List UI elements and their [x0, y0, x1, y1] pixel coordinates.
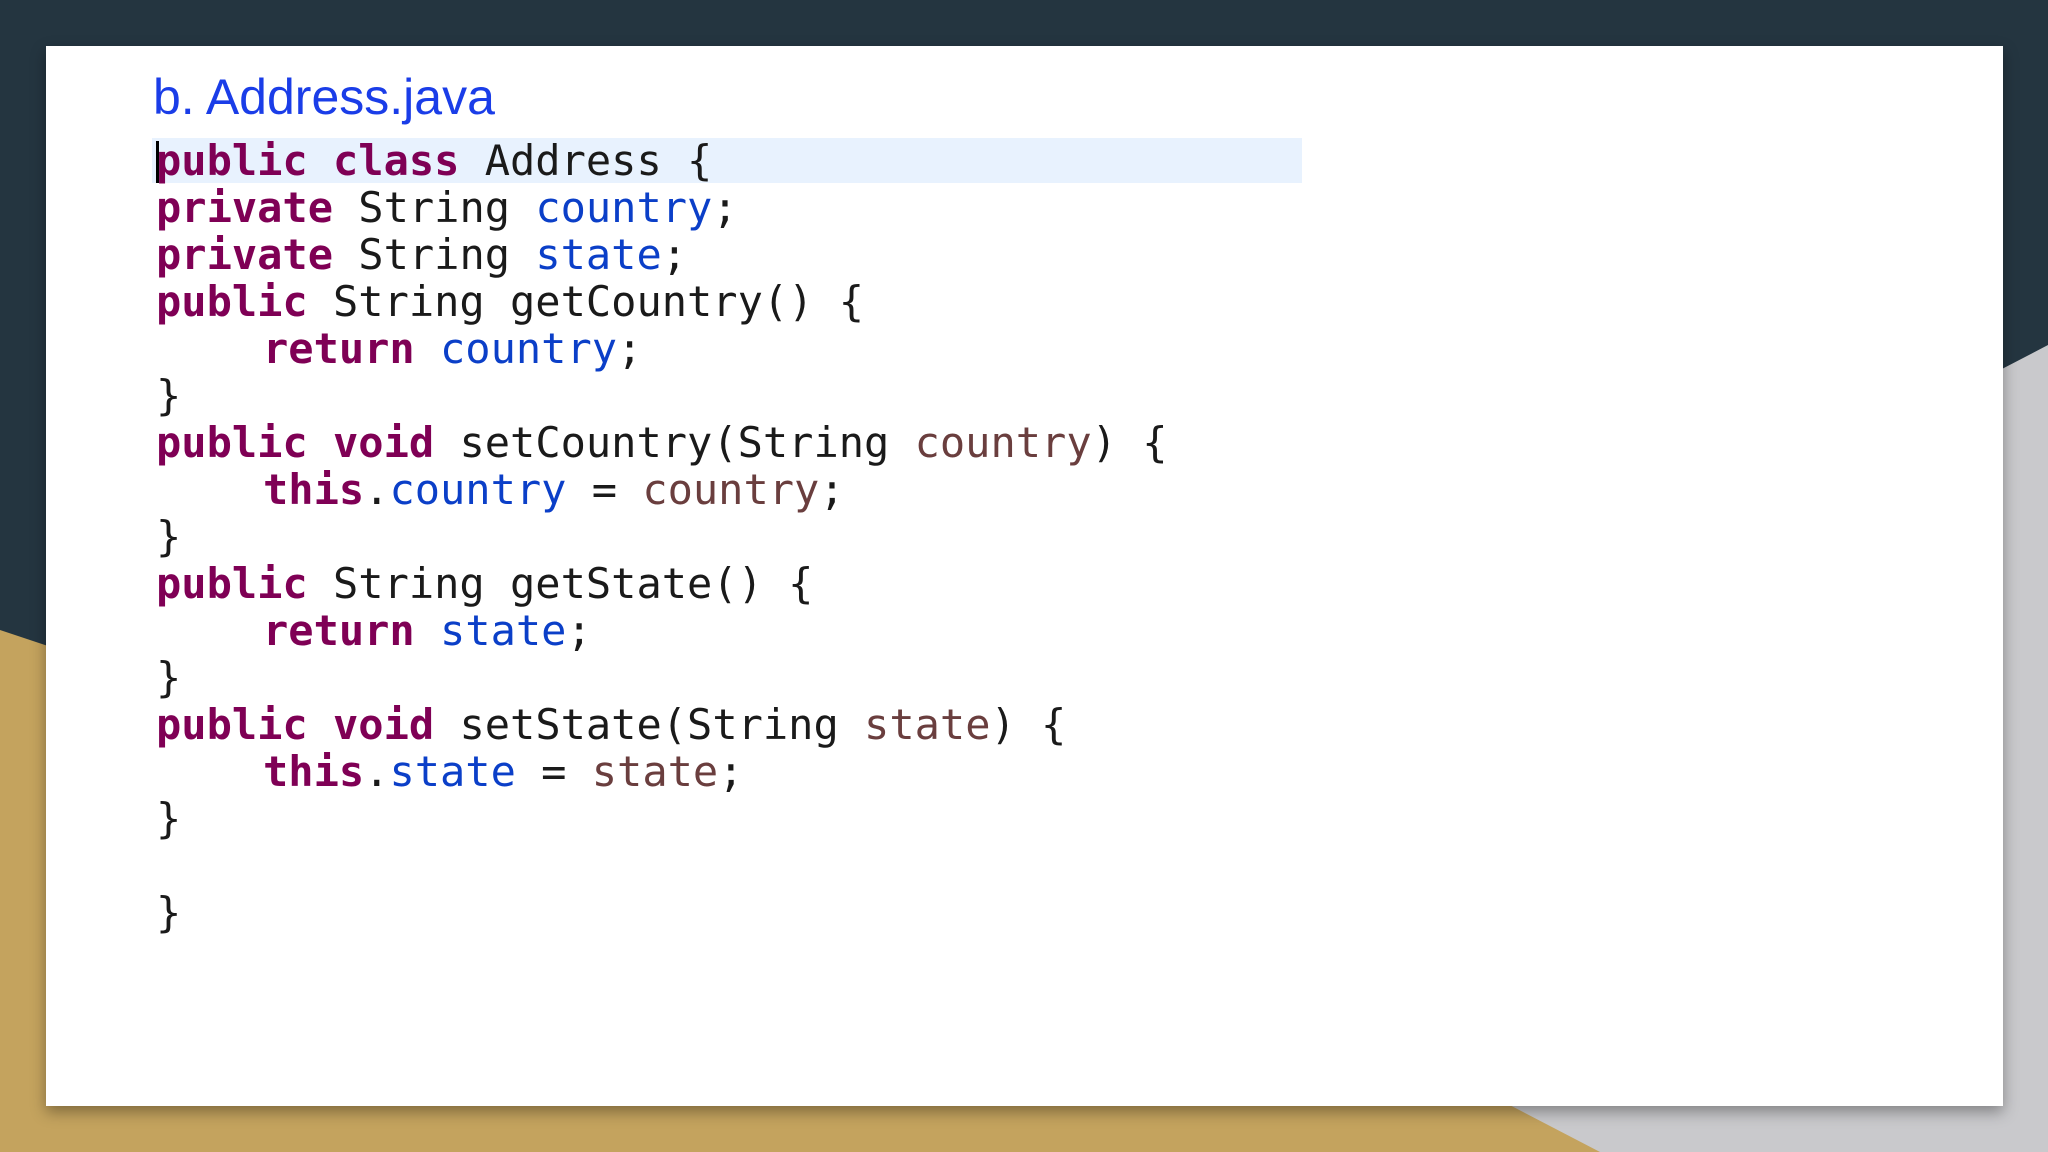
code-line: public String getCountry() {: [156, 278, 1167, 325]
code-token: }: [156, 512, 182, 561]
code-line: public void setCountry(String country) {: [156, 419, 1167, 466]
code-token: ;: [661, 230, 688, 279]
code-token: void: [333, 418, 435, 467]
code-token: =: [515, 747, 592, 796]
code-token: state: [440, 606, 567, 655]
code-token: Address {: [459, 136, 713, 185]
code-token: .: [364, 747, 390, 796]
code-token: ;: [617, 324, 643, 373]
code-line: public class Address {: [151, 136, 1303, 185]
code-line: }: [156, 513, 1167, 560]
code-token: setState(String: [434, 700, 865, 749]
code-token: String: [333, 183, 536, 232]
code-token: ;: [712, 183, 738, 232]
slide-title: b. Address.java: [153, 69, 495, 125]
code-token: class: [333, 136, 460, 185]
code-token: return: [263, 606, 415, 655]
code-token: setCountry(String: [434, 418, 915, 467]
code-line: private String state;: [156, 231, 1167, 278]
code-line: this.state = state;: [156, 748, 1167, 795]
code-token: ;: [819, 465, 845, 514]
code-token: private: [156, 230, 334, 279]
code-block: public class Address {private String cou…: [151, 136, 1303, 936]
code-token: public: [156, 559, 308, 608]
code-token: public: [156, 277, 308, 326]
code-token: }: [156, 794, 182, 843]
code-token: state: [864, 700, 991, 749]
code-token: .: [364, 465, 390, 514]
code-line: }: [156, 654, 1167, 701]
code-token: state: [591, 747, 719, 796]
code-token: country: [535, 183, 713, 232]
code-token: private: [156, 183, 334, 232]
code-line: return country;: [156, 325, 1167, 372]
code-token: }: [156, 653, 182, 702]
code-token: this: [263, 465, 365, 514]
code-token: public: [156, 136, 308, 185]
code-token: ;: [566, 606, 592, 655]
code-line: public void setState(String state) {: [156, 701, 1167, 748]
code-token: this: [263, 747, 365, 796]
code-token: ) {: [990, 700, 1067, 749]
code-token: public: [156, 700, 308, 749]
code-line: }: [156, 372, 1167, 419]
code-token: String getCountry() {: [307, 277, 865, 326]
code-token: }: [156, 888, 182, 937]
code-token: country: [642, 465, 820, 514]
code-token: ;: [718, 747, 744, 796]
code-token: ) {: [1091, 418, 1168, 467]
code-token: String: [333, 230, 536, 279]
code-line: private String country;: [156, 184, 1167, 231]
code-token: public: [156, 418, 308, 467]
code-token: String getState() {: [307, 559, 814, 608]
code-line: public String getState() {: [156, 560, 1167, 607]
code-token: state: [389, 747, 516, 796]
code-line: }: [156, 795, 1167, 842]
code-line: this.country = country;: [156, 466, 1167, 513]
code-token: =: [566, 465, 643, 514]
code-line: return state;: [156, 607, 1167, 654]
code-token: country: [914, 418, 1092, 467]
code-line: }: [156, 889, 1167, 936]
code-token: country: [440, 324, 618, 373]
code-token: return: [263, 324, 415, 373]
code-token: }: [156, 371, 182, 420]
code-token: country: [389, 465, 567, 514]
code-token: state: [535, 230, 662, 279]
code-token: void: [333, 700, 435, 749]
